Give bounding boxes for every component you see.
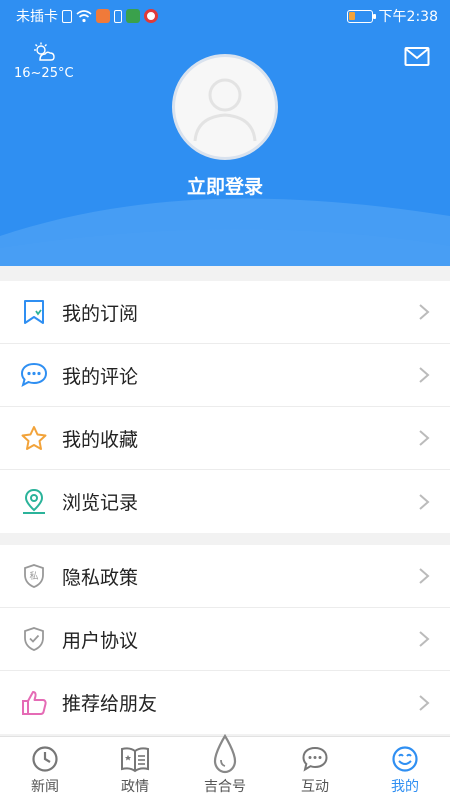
weather-temperature: 16~25°C: [14, 66, 74, 81]
privacy-badge-text: 私: [29, 571, 38, 582]
menu-item-comments[interactable]: 我的评论: [0, 344, 450, 407]
menu-item-label: 推荐给朋友: [62, 693, 158, 715]
chevron-right-icon: [419, 568, 430, 584]
weather-widget[interactable]: 16~25°C: [14, 42, 84, 81]
menu-item-user-agreement[interactable]: 用户协议: [0, 608, 450, 671]
agreement-shield-icon: [20, 625, 48, 653]
menu-group-about: 私 隐私政策 用户协议 推荐给朋友: [0, 545, 450, 734]
menu-item-privacy-policy[interactable]: 私 隐私政策: [0, 545, 450, 608]
menu-item-label: 我的收藏: [62, 428, 139, 451]
menu-item-label: 我的订阅: [62, 302, 139, 325]
menu-item-history[interactable]: 浏览记录: [0, 470, 450, 533]
smiley-icon: [391, 744, 419, 774]
mail-icon[interactable]: [404, 46, 430, 68]
book-icon: [119, 744, 151, 774]
chevron-right-icon: [419, 631, 430, 647]
battery-saver-icon: [114, 9, 122, 23]
avatar[interactable]: [172, 54, 278, 160]
partly-cloudy-icon: [34, 42, 55, 61]
bottom-tab-bar: 新闻 政情 吉合号 互动 我的: [0, 734, 450, 800]
menu-item-favorites[interactable]: 我的收藏: [0, 407, 450, 470]
tab-jihehao[interactable]: 吉合号: [180, 734, 270, 800]
profile-screen: 16~25°C 立即登录 未插卡 下午2:38 我的订阅 我的评论 我的收藏 浏…: [0, 0, 450, 800]
app-notification-icon: [126, 9, 140, 23]
app-notification-icon: [96, 9, 110, 23]
app-notification-icon: [144, 9, 158, 23]
tab-politics[interactable]: 政情: [90, 737, 180, 800]
tab-label: 新闻: [31, 779, 59, 795]
wifi-icon: [76, 9, 92, 22]
status-time: 下午2:38: [378, 9, 438, 25]
menu-item-label: 用户协议: [62, 629, 139, 652]
profile-header: 16~25°C 立即登录: [0, 0, 450, 266]
comment-icon: [20, 361, 48, 389]
chevron-right-icon: [419, 304, 430, 320]
chevron-right-icon: [419, 430, 430, 446]
menu-item-subscriptions[interactable]: 我的订阅: [0, 281, 450, 344]
tab-interaction[interactable]: 互动: [270, 737, 360, 800]
chevron-right-icon: [419, 493, 430, 510]
tab-label: 互动: [301, 779, 329, 795]
subscription-icon: [20, 298, 48, 326]
location-pin-icon: [20, 488, 48, 516]
menu-item-label: 隐私政策: [62, 566, 139, 589]
drop-icon: [212, 734, 238, 774]
default-avatar-icon: [193, 78, 257, 142]
menu-group-account: 我的订阅 我的评论 我的收藏 浏览记录: [0, 281, 450, 533]
chevron-right-icon: [419, 694, 430, 711]
tab-news[interactable]: 新闻: [0, 737, 90, 800]
login-button[interactable]: 立即登录: [0, 172, 450, 199]
thumbs-up-icon: [20, 689, 48, 717]
chevron-right-icon: [419, 367, 430, 383]
clock-icon: [31, 744, 59, 774]
privacy-shield-icon: 私: [20, 562, 48, 590]
menu-item-label: 浏览记录: [62, 492, 139, 514]
battery-icon: [346, 9, 376, 23]
tab-label: 吉合号: [204, 779, 246, 795]
carrier-label: 未插卡: [16, 9, 58, 25]
status-bar: 未插卡 下午2:38: [0, 0, 450, 32]
tab-label: 我的: [391, 779, 419, 795]
tab-label: 政情: [121, 779, 149, 795]
chat-icon: [301, 744, 329, 774]
tab-me[interactable]: 我的: [360, 737, 450, 800]
sim-icon: [62, 9, 72, 23]
menu-item-label: 我的评论: [62, 365, 139, 388]
star-icon: [20, 424, 48, 452]
menu-item-recommend[interactable]: 推荐给朋友: [0, 671, 450, 734]
